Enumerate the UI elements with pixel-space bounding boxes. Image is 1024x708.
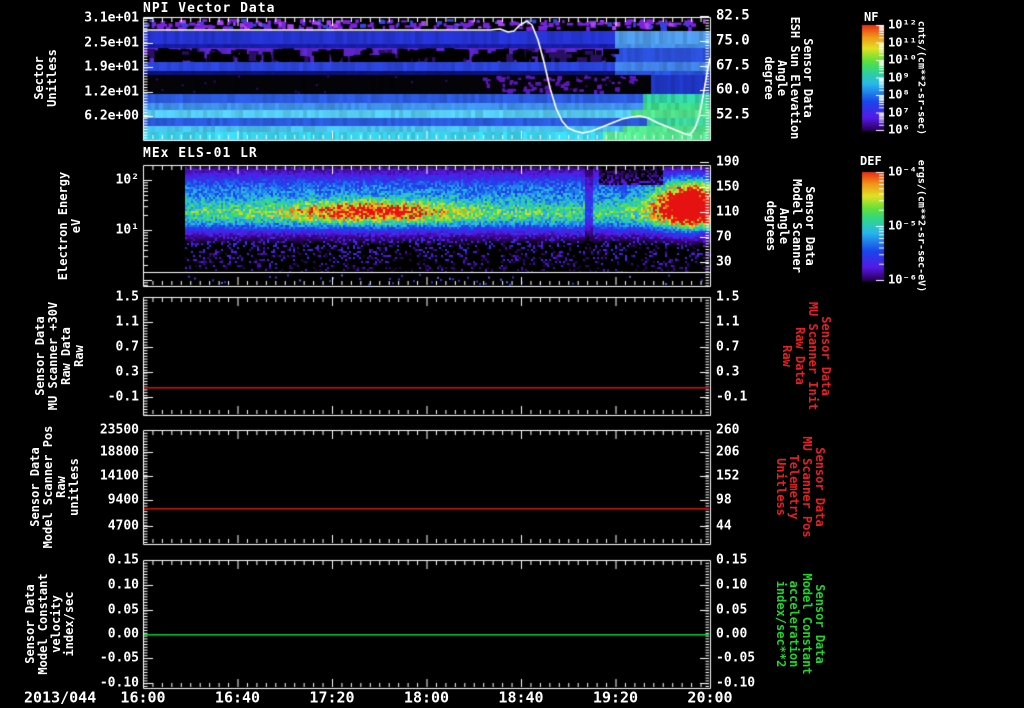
tick-label: 260 <box>716 422 740 438</box>
tick-label: 1.1 <box>115 314 139 330</box>
panel1-title: NPI Vector Data <box>143 1 276 16</box>
tick-label: 82.5 <box>716 7 750 24</box>
x-axis-date-label: 2013/044 <box>24 688 97 707</box>
tick-label: 9400 <box>107 492 139 508</box>
tick-label: 10⁸ <box>888 87 910 102</box>
tick-label: 4700 <box>107 518 139 534</box>
tick-label: 10⁻⁴ <box>888 164 917 179</box>
tick-label: 0.10 <box>107 577 139 593</box>
tick-label: 0.05 <box>716 602 748 618</box>
tick-label: 150 <box>716 179 740 195</box>
panel3-left-axis-label: Sensor Data MU Scanner +30V Raw Data Raw <box>33 301 86 411</box>
tick-label: 0.10 <box>716 577 748 593</box>
tick-label: 98 <box>716 492 732 508</box>
panel2-right-axis-label: Sensor Data Model Scanner Angle degrees <box>764 179 817 273</box>
tick-label: 1.2e+01 <box>84 84 139 100</box>
tick-label: 3.1e+01 <box>84 10 139 26</box>
tick-label: 18:40 <box>498 688 544 707</box>
tick-label: 10¹ <box>115 222 139 238</box>
tick-label: 70 <box>716 229 732 245</box>
tick-label: 6.2e+00 <box>84 108 139 124</box>
tick-label: 14100 <box>99 468 139 484</box>
tick-label: 16:40 <box>214 688 261 707</box>
colorbar-def-title: DEF <box>860 154 882 168</box>
tick-label: 1.1 <box>716 314 740 330</box>
panel4-left-axis-label: Sensor Data Model Scanner Pos Raw unitle… <box>28 425 81 549</box>
tick-label: 206 <box>716 444 740 460</box>
tick-label: 0.7 <box>716 339 740 355</box>
tick-label: 30 <box>716 254 732 270</box>
tick-label: 18:00 <box>403 688 450 707</box>
panel3-right-axis-label: Sensor Data MU Scanner Init Raw Data Raw <box>780 301 833 411</box>
tick-label: 52.5 <box>716 106 750 123</box>
tick-label: 0.00 <box>716 626 748 642</box>
tick-label: 152 <box>716 468 740 484</box>
tick-label: 0.7 <box>115 339 139 355</box>
tick-label: 75.0 <box>716 32 750 49</box>
panel2-left-axis-label: Electron Energy eV <box>56 171 83 281</box>
tick-label: -0.1 <box>716 389 748 405</box>
tick-label: 110 <box>716 204 740 220</box>
tick-label: 10⁷ <box>888 105 910 119</box>
tick-label: 0.00 <box>107 626 139 642</box>
tick-label: 20:00 <box>687 688 733 707</box>
panel4-right-axis-label: Sensor Data MU Scanner Pos Telemetry Uni… <box>774 436 827 538</box>
panel5-right-axis-label: Sensor Data Model Constant acceleration … <box>774 573 827 675</box>
tick-label: 2.5e+01 <box>84 35 139 51</box>
tick-label: 10¹² <box>888 17 917 32</box>
tick-label: 10⁻⁵ <box>888 218 917 233</box>
panel1-left-axis-label: Sector Unitless <box>32 49 59 107</box>
tick-label: 16:00 <box>120 688 166 707</box>
tick-label: 10¹¹ <box>888 35 917 49</box>
tick-label: 10² <box>115 172 139 188</box>
tick-label: 10⁻⁶ <box>888 272 917 287</box>
tick-label: 10¹⁰ <box>888 52 917 67</box>
tick-label: 44 <box>716 518 732 534</box>
tick-label: 17:20 <box>309 688 355 707</box>
tick-label: 18800 <box>99 444 139 460</box>
tick-label: 1.5 <box>115 289 139 305</box>
tick-label: 19:20 <box>592 688 639 707</box>
tick-label: -0.05 <box>99 650 139 666</box>
tick-label: 0.15 <box>107 552 139 568</box>
tick-label: 0.05 <box>107 602 139 618</box>
tick-label: 67.5 <box>716 57 750 74</box>
tick-label: 0.3 <box>115 364 139 380</box>
tick-label: 190 <box>716 154 740 170</box>
plot-screen: NPI Vector Data MEx ELS-01 LR Sector Uni… <box>0 0 1024 708</box>
tick-label: -0.05 <box>716 650 756 666</box>
tick-label: 23500 <box>99 422 139 438</box>
tick-label: 60.0 <box>716 81 750 98</box>
colorbar-nf-title: NF <box>864 10 879 24</box>
panel1-right-axis-label: Sensor Data ESH Sun Elevation Angle degr… <box>762 16 815 140</box>
tick-label: 0.15 <box>716 552 748 568</box>
spectrogram-canvas <box>0 0 1024 708</box>
tick-label: 10⁹ <box>888 70 910 84</box>
tick-label: 1.5 <box>716 289 740 305</box>
tick-label: -0.1 <box>107 389 139 405</box>
tick-label: 0.3 <box>716 364 740 380</box>
tick-label: 10⁶ <box>888 122 910 137</box>
panel5-left-axis-label: Sensor Data Model Constant velocity inde… <box>23 573 76 675</box>
tick-label: 1.9e+01 <box>84 59 139 75</box>
panel2-title: MEx ELS-01 LR <box>143 146 258 161</box>
